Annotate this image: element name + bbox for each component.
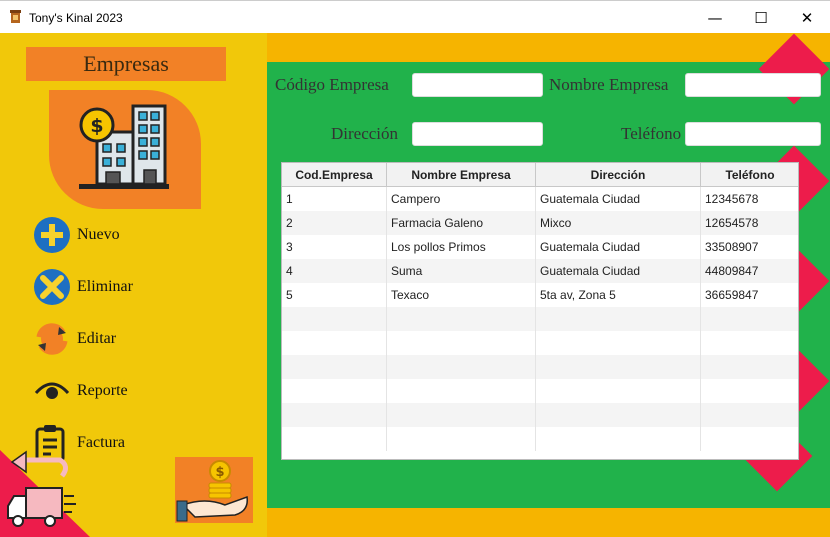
column-header[interactable]: Dirección [536,163,701,187]
money-hand-icon: $ [175,457,253,523]
table-cell: 3 [282,235,387,259]
table-cell [701,331,798,355]
table-cell [387,355,536,379]
eliminar-button[interactable]: Eliminar [32,267,202,307]
nuevo-button[interactable]: Nuevo [32,215,202,255]
table-row[interactable]: 4 Suma Guatemala Ciudad 44809847 [282,259,798,283]
table-cell [387,403,536,427]
table-cell [701,403,798,427]
nombre-label: Nombre Empresa [549,75,669,94]
table-row[interactable]: 5 Texaco 5ta av, Zona 5 36659847 [282,283,798,307]
maximize-button[interactable]: ☐ [738,1,784,34]
eye-icon [34,382,70,399]
table-row[interactable] [282,379,798,403]
table-cell: Farmacia Galeno [387,211,536,235]
plus-circle-icon [34,217,70,253]
svg-text:$: $ [90,115,103,137]
table-row[interactable] [282,355,798,379]
x-circle-icon [34,269,70,305]
sidebar-title: Empresas [26,47,226,81]
table-cell [387,331,536,355]
table-row[interactable]: 2 Farmacia Galeno Mixco 12654578 [282,211,798,235]
table-cell: 33508907 [701,235,798,259]
table-cell [536,331,701,355]
table-cell [387,307,536,331]
column-header[interactable]: Teléfono [701,163,798,187]
table-cell [536,307,701,331]
table-cell [282,307,387,331]
table-cell: 1 [282,187,387,211]
telefono-input[interactable] [685,122,821,146]
table-cell: 5ta av, Zona 5 [536,283,701,307]
table-row[interactable] [282,403,798,427]
table-cell [536,403,701,427]
column-header[interactable]: Nombre Empresa [387,163,536,187]
nombre-input[interactable] [685,73,821,97]
table-cell [387,427,536,451]
app-icon [10,10,21,23]
table-cell: Guatemala Ciudad [536,235,701,259]
title-bar: Tony's Kinal 2023 — ☐ ✕ [0,0,830,33]
refresh-icon [36,323,68,355]
window-title: Tony's Kinal 2023 [29,11,123,25]
table-cell: Suma [387,259,536,283]
sidebar: Empresas $ Nuevo Eliminar Editar Reporte… [0,33,267,537]
table-cell [701,355,798,379]
company-logo: $ [49,90,201,209]
reporte-button[interactable]: Reporte [32,371,202,411]
table-cell: 5 [282,283,387,307]
editar-label: Editar [77,330,117,347]
table-cell: 44809847 [701,259,798,283]
table-cell [701,379,798,403]
table-cell: Los pollos Primos [387,235,536,259]
table-cell: Texaco [387,283,536,307]
nuevo-label: Nuevo [77,226,120,243]
codigo-input[interactable] [412,73,543,97]
main-panel: Código Empresa Nombre Empresa Dirección … [267,33,830,537]
close-button[interactable]: ✕ [784,1,830,34]
table-cell: 2 [282,211,387,235]
table-cell: Mixco [536,211,701,235]
table-row[interactable] [282,307,798,331]
table-cell [282,403,387,427]
table-row[interactable]: 1 Campero Guatemala Ciudad 12345678 [282,187,798,211]
table-cell: 12345678 [701,187,798,211]
building-money-icon: $ [79,104,169,189]
table-cell [282,331,387,355]
table-cell: 12654578 [701,211,798,235]
direccion-input[interactable] [412,122,543,146]
delivery-truck-icon [0,450,90,537]
minimize-button[interactable]: — [692,1,738,34]
column-header[interactable]: Cod.Empresa [282,163,387,187]
table-cell [536,355,701,379]
table-cell [282,427,387,451]
table-cell [701,427,798,451]
table-cell: 36659847 [701,283,798,307]
direccion-label: Dirección [331,124,399,143]
table-row[interactable]: 3 Los pollos Primos Guatemala Ciudad 335089… [282,235,798,259]
table-cell [387,379,536,403]
eliminar-label: Eliminar [77,278,133,295]
telefono-label: Teléfono [621,124,682,143]
table-cell [701,307,798,331]
table-cell [536,379,701,403]
table-cell: Guatemala Ciudad [536,187,701,211]
table-cell [282,379,387,403]
table-cell [282,355,387,379]
editar-button[interactable]: Editar [32,319,202,359]
empresas-table[interactable]: Cod.Empresa Nombre Empresa Dirección Tel… [281,162,799,460]
table-row[interactable] [282,331,798,355]
codigo-label: Código Empresa [275,75,389,94]
table-cell [536,427,701,451]
table-cell: Campero [387,187,536,211]
table-cell: 4 [282,259,387,283]
svg-text:$: $ [215,465,224,480]
table-row[interactable] [282,427,798,451]
reporte-label: Reporte [77,382,128,399]
table-cell: Guatemala Ciudad [536,259,701,283]
